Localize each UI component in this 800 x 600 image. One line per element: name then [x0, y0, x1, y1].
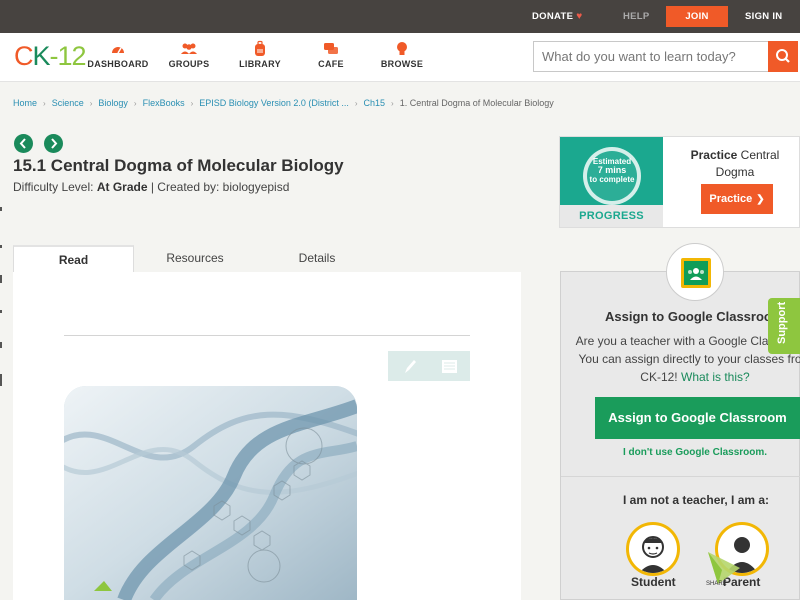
ck12-logo[interactable]: CK-12 [14, 41, 87, 71]
chevron-right-icon: › [354, 99, 358, 108]
estimated-mins: 7 mins [597, 165, 627, 175]
tab-details[interactable]: Details [258, 245, 376, 273]
chevron-left-icon [19, 138, 26, 149]
main-header: CK-12 DASHBOARD GROUPS LIBRARY CAFE BROW… [0, 33, 800, 82]
logo-letter-c: C [14, 41, 33, 71]
join-button[interactable]: JOIN [666, 6, 728, 27]
content-panel [13, 272, 521, 600]
nav-dashboard-label: DASHBOARD [87, 59, 149, 69]
breadcrumb-biology[interactable]: Biology [98, 98, 128, 108]
google-classroom-panel: Assign to Google Classroom Are you a tea… [560, 271, 800, 600]
previous-button[interactable] [14, 134, 33, 153]
to-complete-label: to complete [589, 175, 635, 184]
chevron-right-icon [51, 138, 58, 149]
classroom-board-icon [681, 258, 711, 288]
google-classroom-logo [666, 243, 724, 301]
library-backpack-icon [255, 40, 265, 56]
tab-read[interactable]: Read [13, 245, 134, 273]
search-button[interactable] [768, 41, 798, 72]
donate-link[interactable]: DONATE ♥ [532, 0, 582, 33]
difficulty-line: Difficulty Level: At Grade | Created by:… [13, 180, 289, 194]
chevron-right-icon: › [190, 99, 194, 108]
assign-google-classroom-button[interactable]: Assign to Google Classroom [595, 397, 800, 439]
dna-hero-image [64, 386, 357, 600]
student-avatar-icon [639, 536, 667, 573]
breadcrumb-book[interactable]: EPISD Biology Version 2.0 (District ... [199, 98, 349, 108]
practice-thumbnail[interactable]: Estimated 7 mins to complete PROGRESS [560, 137, 663, 227]
edge-mark [0, 207, 2, 211]
heart-icon: ♥ [576, 11, 583, 22]
support-label: Support [776, 301, 788, 344]
practice-title-bold: Practice [690, 148, 738, 162]
progress-label: PROGRESS [560, 205, 663, 227]
chevron-right-icon: › [133, 99, 137, 108]
breadcrumb-home[interactable]: Home [13, 98, 37, 108]
nav-cafe[interactable]: CAFE [291, 40, 371, 69]
assign-description: Are you a teacher with a Google Classroo… [575, 332, 800, 386]
dna-illustration [64, 386, 357, 600]
practice-button-label: Practice [709, 193, 753, 205]
created-by: | Created by: biologyepisd [150, 180, 290, 194]
search-input[interactable] [534, 42, 769, 71]
notes-button[interactable] [429, 351, 470, 381]
edit-button[interactable] [388, 351, 429, 381]
nav-library[interactable]: LIBRARY [220, 40, 300, 69]
practice-title: Practice Central Dogma [670, 147, 800, 181]
tab-resources[interactable]: Resources [136, 245, 254, 273]
nav-library-label: LIBRARY [239, 59, 281, 69]
edge-mark [0, 374, 2, 386]
estimated-time: Estimated 7 mins to complete [580, 157, 644, 184]
search-box [533, 41, 798, 72]
practice-card: Estimated 7 mins to complete PROGRESS Pr… [559, 136, 800, 228]
browse-bulb-icon [397, 42, 407, 55]
what-is-this-link[interactable]: What is this? [681, 370, 750, 384]
donate-label: DONATE [532, 11, 574, 22]
edge-mark [0, 310, 2, 313]
support-tab[interactable]: Support [768, 298, 800, 354]
nav-browse[interactable]: BROWSE [362, 40, 442, 69]
nav-groups[interactable]: GROUPS [149, 40, 229, 69]
chevron-right-icon: › [89, 99, 93, 108]
page-title: 15.1 Central Dogma of Molecular Biology [13, 156, 344, 175]
top-bar: DONATE ♥ HELP JOIN SIGN IN [0, 0, 800, 33]
edge-mark [0, 245, 2, 248]
assign-heading: Assign to Google Classroom [605, 309, 784, 324]
share-label: SHARE [706, 581, 727, 587]
difficulty-label: Difficulty Level: [13, 180, 94, 194]
practice-button[interactable]: Practice ❯ [701, 184, 773, 214]
nav-browse-label: BROWSE [380, 59, 424, 69]
pencil-icon [405, 360, 416, 373]
student-label: Student [631, 575, 676, 589]
breadcrumb-flexbooks[interactable]: FlexBooks [143, 98, 185, 108]
edge-mark [0, 275, 2, 283]
difficulty-value: At Grade [96, 180, 148, 194]
groups-people-icon [181, 43, 197, 54]
dont-use-google-classroom-link[interactable]: I don't use Google Classroom. [623, 447, 767, 458]
divider [64, 335, 470, 336]
search-icon [776, 49, 790, 63]
notes-icon [442, 360, 457, 373]
breadcrumb-science[interactable]: Science [52, 98, 84, 108]
breadcrumb-current: 1. Central Dogma of Molecular Biology [399, 98, 554, 108]
next-button[interactable] [44, 134, 63, 153]
nav-cafe-label: CAFE [318, 59, 344, 69]
not-teacher-label: I am not a teacher, I am a: [623, 493, 770, 507]
divider [561, 476, 800, 477]
nav-groups-label: GROUPS [168, 59, 210, 69]
student-role-button[interactable] [626, 522, 680, 576]
chevron-right-icon: ❯ [756, 194, 765, 205]
chevron-right-icon: › [43, 99, 46, 108]
logo-dash: - [49, 41, 59, 71]
chevron-right-icon: › [391, 99, 394, 108]
breadcrumb-chapter[interactable]: Ch15 [364, 98, 386, 108]
nav-dashboard[interactable]: DASHBOARD [78, 40, 158, 69]
help-link[interactable]: HELP [623, 0, 650, 33]
edge-mark [0, 342, 2, 348]
logo-letter-k: K [32, 41, 51, 71]
dashboard-gauge-icon [112, 47, 124, 54]
cafe-chat-icon [324, 43, 338, 54]
breadcrumb: Home › Science › Biology › FlexBooks › EPISD Bio… [13, 98, 554, 108]
sign-in-link[interactable]: SIGN IN [745, 0, 782, 33]
